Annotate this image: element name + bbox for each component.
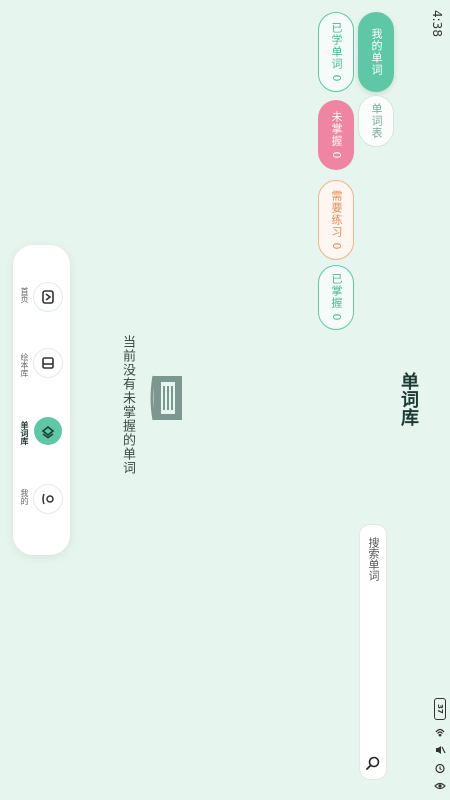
nav-home-label: 首页	[20, 287, 29, 303]
nav-profile-circle	[34, 485, 62, 513]
nav-item-profile[interactable]: 我的	[13, 485, 70, 545]
filter-learned-button[interactable]: 已学单词 0	[318, 12, 354, 92]
tab-word-list[interactable]: 单词表	[358, 95, 394, 147]
filter-unmastered-label: 未掌握 0	[330, 110, 343, 160]
page-title: 单词库	[398, 372, 419, 426]
search-input[interactable]: 搜索单词	[360, 525, 386, 779]
nav-home-circle	[34, 283, 62, 311]
mute-icon	[436, 746, 446, 754]
filter-needs-practice-button[interactable]: 需要练习 0	[318, 180, 354, 260]
filter-learned-label: 已学单词 0	[330, 21, 343, 83]
nav-words-circle	[34, 417, 62, 445]
eye-icon	[434, 782, 446, 790]
tab-my-words-label: 我的单词	[370, 28, 383, 76]
empty-state-message: 当前没有未掌握的单词	[120, 335, 135, 475]
nav-item-word-bank[interactable]: 单词库	[13, 417, 70, 477]
wifi-icon	[435, 728, 445, 737]
nav-profile-label: 我的	[20, 489, 29, 505]
filter-unmastered-button[interactable]: 未掌握 0	[318, 100, 354, 170]
filter-mastered-button[interactable]: 已掌握 0	[318, 265, 354, 330]
status-bar: 4:38 37	[428, 0, 450, 800]
nav-item-picture-books[interactable]: 绘本库	[13, 349, 70, 409]
empty-book-icon	[150, 375, 182, 421]
filter-mastered-label: 已掌握 0	[330, 273, 343, 322]
book-icon	[42, 357, 54, 369]
system-icons: 37	[434, 698, 446, 792]
app-screen: 4:38 37 单词库 搜索单词 我的单词 单词表 已学单词 0 未掌握 0 需…	[0, 0, 450, 800]
nav-books-circle	[34, 349, 62, 377]
layers-icon	[41, 425, 55, 439]
status-time: 4:38	[430, 10, 444, 37]
nav-books-label: 绘本库	[20, 353, 29, 377]
user-icon	[42, 493, 54, 505]
battery-icon: 37	[434, 698, 446, 720]
home-icon	[42, 290, 54, 304]
nav-item-home[interactable]: 首页	[13, 283, 70, 343]
search-placeholder: 搜索单词	[367, 537, 380, 581]
tab-my-words[interactable]: 我的单词	[358, 12, 394, 92]
tab-word-list-label: 单词表	[370, 103, 383, 139]
nav-words-label: 单词库	[20, 421, 29, 445]
bottom-nav: 首页 绘本库 单词库 我的	[13, 245, 70, 555]
filter-needs-practice-label: 需要练习 0	[330, 189, 343, 251]
battery-level: 37	[436, 704, 444, 714]
search-icon[interactable]	[365, 755, 381, 771]
alarm-icon	[435, 763, 445, 774]
